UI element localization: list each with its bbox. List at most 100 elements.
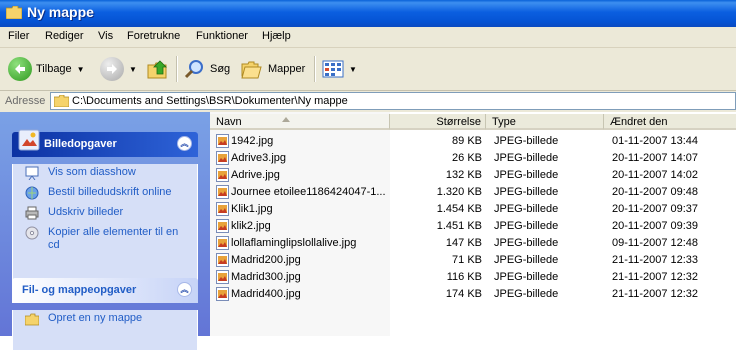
file-tasks-title: Fil- og mappeopgaver — [22, 284, 137, 296]
task-slideshow[interactable]: Vis som diasshow — [13, 164, 197, 184]
file-date: 20-11-2007 14:07 — [612, 152, 699, 164]
slideshow-icon — [25, 166, 39, 180]
picture-tasks-icon — [18, 129, 40, 151]
file-date: 20-11-2007 09:37 — [612, 203, 699, 215]
task-copy-cd-label: Kopier alle elementer til en cd — [48, 226, 179, 251]
column-header-type[interactable]: Type — [486, 114, 604, 130]
file-date: 21-11-2007 12:32 — [612, 271, 699, 283]
forward-button[interactable]: ▼ — [100, 53, 137, 85]
file-row[interactable]: Madrid200.jpg 71 KB JPEG-billede 21-11-2007… — [210, 252, 736, 269]
column-header-size[interactable]: Størrelse — [390, 114, 486, 130]
views-button[interactable]: ▼ — [322, 53, 357, 85]
task-new-folder-label: Opret en ny mappe — [48, 312, 143, 324]
window-title: Ny mappe — [27, 4, 94, 20]
file-row[interactable]: Klik1.jpg 1.454 KB JPEG-billede 20-11-2007 … — [210, 201, 736, 218]
address-label: Adresse — [5, 95, 46, 107]
file-type: JPEG-billede — [494, 220, 559, 232]
file-type: JPEG-billede — [494, 271, 559, 283]
file-row[interactable]: Journee etoilee1186424047-1... 1.320 KB JP… — [210, 184, 736, 201]
jpeg-file-icon — [216, 168, 229, 182]
task-order-prints[interactable]: Bestil billedudskrift online — [13, 184, 197, 204]
file-row[interactable]: lollaflaminglipslollalive.jpg 147 KB JPEG-… — [210, 235, 736, 252]
forward-arrow-icon — [100, 57, 124, 81]
file-date: 21-11-2007 12:32 — [612, 288, 699, 300]
file-size: 147 KB — [445, 237, 482, 249]
menu-bar: Filer Rediger Vis Foretrukne Funktioner … — [0, 27, 736, 48]
file-size: 1.454 KB — [436, 203, 482, 215]
jpeg-file-icon — [216, 134, 229, 148]
folders-label: Mapper — [268, 63, 306, 75]
folders-icon — [241, 61, 262, 79]
up-folder-icon — [147, 60, 167, 79]
file-list: Navn Størrelse Type Ændret den 1942.jpg 8… — [210, 112, 736, 336]
file-size: 132 KB — [445, 169, 482, 181]
task-print[interactable]: Udskriv billeder — [13, 204, 197, 224]
folders-button[interactable]: Mapper — [240, 53, 305, 85]
file-row[interactable]: 1942.jpg 89 KB JPEG-billede 01-11-2007 13:4… — [210, 133, 736, 150]
jpeg-file-icon — [216, 202, 229, 216]
menu-help[interactable]: Hjælp — [262, 30, 291, 42]
file-tasks-panel: Fil- og mappeopgaver ︽ Opret en ny mappe — [12, 278, 198, 351]
menu-favorites[interactable]: Foretrukne — [127, 30, 180, 42]
search-button[interactable]: Søg — [184, 53, 230, 85]
file-size: 174 KB — [445, 288, 482, 300]
file-name: Madrid200.jpg — [231, 254, 301, 266]
jpeg-file-icon — [216, 236, 229, 250]
task-print-label: Udskriv billeder — [48, 206, 124, 218]
file-name: Journee etoilee1186424047-1... — [231, 186, 386, 198]
file-row[interactable]: Madrid400.jpg 174 KB JPEG-billede 21-11-200… — [210, 286, 736, 303]
picture-tasks-header[interactable]: Billedopgaver ︽ — [12, 129, 198, 157]
menu-tools[interactable]: Funktioner — [196, 30, 248, 42]
picture-tasks-panel: Billedopgaver ︽ Vis som diasshow Bestil … — [12, 129, 198, 283]
forward-dropdown-icon[interactable]: ▼ — [129, 65, 137, 74]
up-folder-button[interactable] — [146, 53, 170, 85]
views-icon — [322, 60, 344, 78]
file-size: 1.320 KB — [436, 186, 482, 198]
back-button[interactable]: Tilbage ▼ — [8, 53, 85, 85]
address-field[interactable]: C:\Documents and Settings\BSR\Dokumenter… — [50, 92, 736, 110]
title-bar[interactable]: Ny mappe — [0, 0, 736, 27]
collapse-icon[interactable]: ︽ — [177, 282, 192, 297]
task-new-folder[interactable]: Opret en ny mappe — [13, 310, 197, 330]
file-name: Madrid300.jpg — [231, 271, 301, 283]
folder-icon — [54, 95, 69, 107]
picture-tasks-title: Billedopgaver — [44, 138, 117, 150]
column-date-label: Ændret den — [610, 116, 668, 128]
jpeg-file-icon — [216, 219, 229, 233]
file-name: klik2.jpg — [231, 220, 271, 232]
file-date: 21-11-2007 12:33 — [612, 254, 699, 266]
address-bar: Adresse C:\Documents and Settings\BSR\Do… — [0, 91, 736, 113]
menu-edit[interactable]: Rediger — [45, 30, 84, 42]
file-tasks-body: Opret en ny mappe — [12, 310, 198, 351]
cd-icon — [25, 226, 39, 240]
folder-icon — [6, 6, 22, 19]
views-dropdown-icon[interactable]: ▼ — [349, 65, 357, 74]
file-size: 26 KB — [452, 152, 482, 164]
file-row[interactable]: Adrive.jpg 132 KB JPEG-billede 20-11-2007 1… — [210, 167, 736, 184]
file-name: lollaflaminglipslollalive.jpg — [231, 237, 357, 249]
file-type: JPEG-billede — [494, 254, 559, 266]
task-pane: Billedopgaver ︽ Vis som diasshow Bestil … — [0, 112, 210, 351]
file-row[interactable]: Adrive3.jpg 26 KB JPEG-billede 20-11-2007 1… — [210, 150, 736, 167]
file-type: JPEG-billede — [494, 186, 559, 198]
search-icon — [184, 60, 203, 79]
back-dropdown-icon[interactable]: ▼ — [77, 65, 85, 74]
file-tasks-header[interactable]: Fil- og mappeopgaver ︽ — [12, 278, 198, 303]
file-date: 20-11-2007 14:02 — [612, 169, 699, 181]
file-date: 20-11-2007 09:48 — [612, 186, 699, 198]
collapse-icon[interactable]: ︽ — [177, 136, 192, 151]
file-row[interactable]: Madrid300.jpg 116 KB JPEG-billede 21-11-200… — [210, 269, 736, 286]
menu-file[interactable]: Filer — [8, 30, 29, 42]
printer-icon — [25, 206, 39, 220]
file-row[interactable]: klik2.jpg 1.451 KB JPEG-billede 20-11-2007 … — [210, 218, 736, 235]
column-header-name[interactable]: Navn — [210, 114, 390, 130]
toolbar-separator — [314, 56, 316, 82]
column-header-date[interactable]: Ændret den — [604, 114, 736, 130]
toolbar-separator — [176, 56, 178, 82]
file-name: Adrive3.jpg — [231, 152, 287, 164]
task-slideshow-label: Vis som diasshow — [48, 166, 136, 178]
file-date: 20-11-2007 09:39 — [612, 220, 699, 232]
task-copy-cd[interactable]: Kopier alle elementer til en cd — [13, 224, 197, 254]
menu-view[interactable]: Vis — [98, 30, 113, 42]
file-type: JPEG-billede — [494, 135, 559, 147]
